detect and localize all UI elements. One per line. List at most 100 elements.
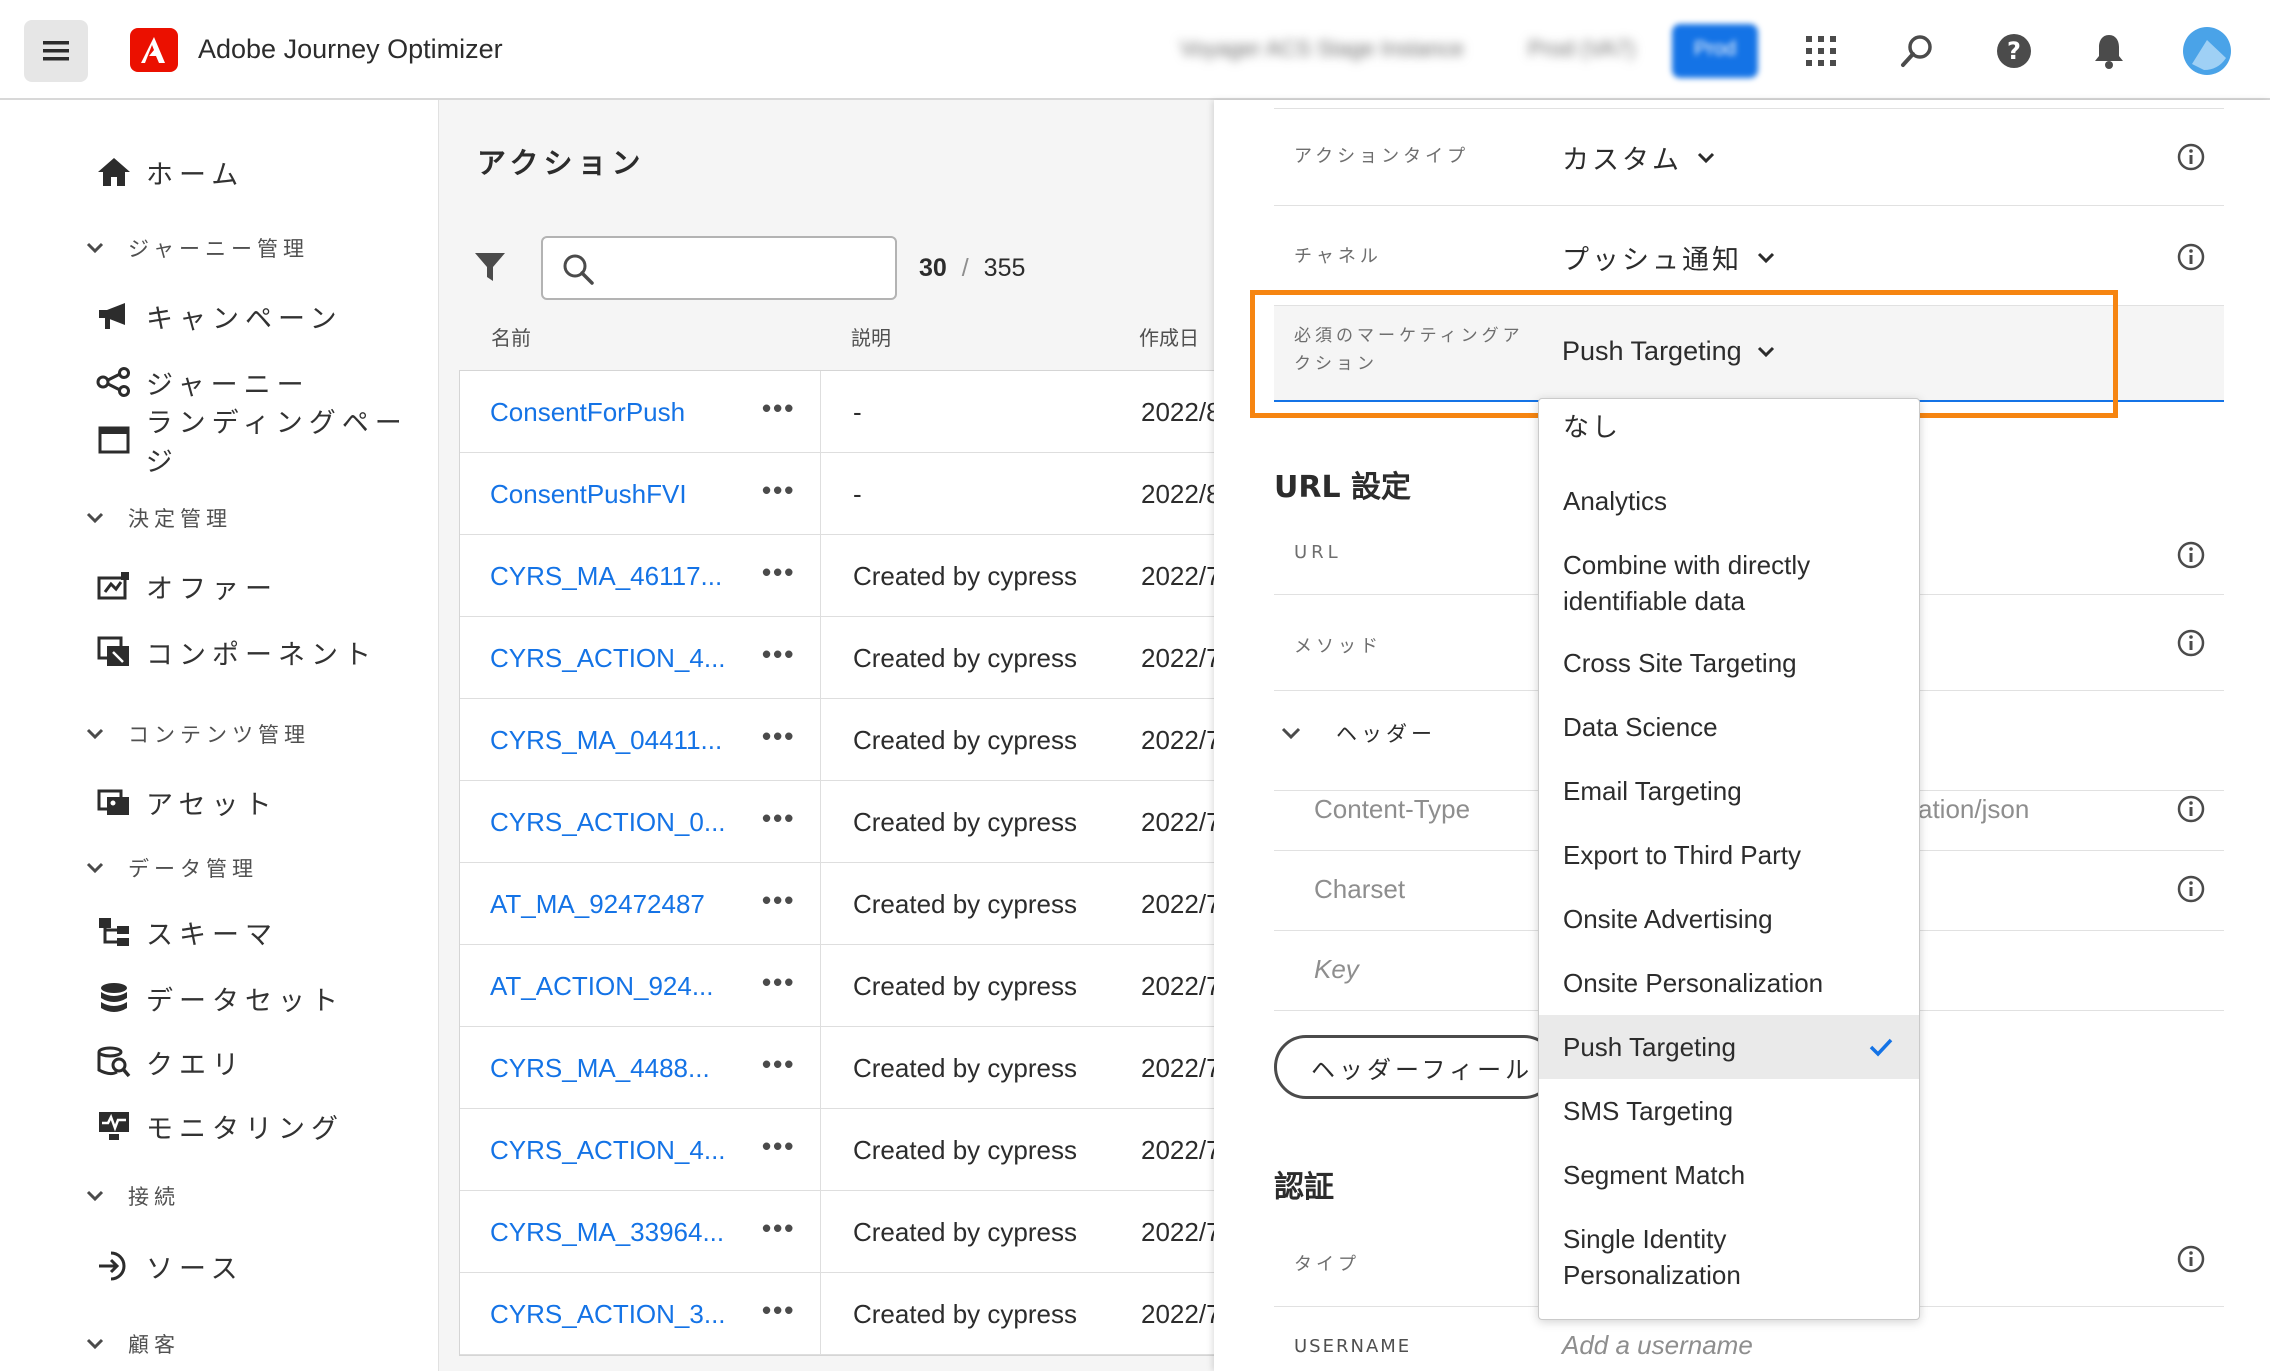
action-name-link[interactable]: CYRS_ACTION_0... [490,807,726,838]
option-onsite-advertising[interactable]: Onsite Advertising [1539,901,1919,937]
table-row[interactable]: CYRS_MA_4488... ••• Created by cypress M 20… [460,1027,1214,1109]
more-actions-button[interactable]: ••• [762,1049,795,1080]
nav-landing-pages[interactable]: ランディングページ [94,408,438,478]
info-icon[interactable] [2176,874,2206,904]
search-input[interactable] [603,248,883,288]
more-actions-button[interactable]: ••• [762,639,795,670]
option-email-targeting[interactable]: Email Targeting [1539,773,1919,809]
table-row[interactable]: CYRS_MA_33964... ••• Created by cypress M 2… [460,1191,1214,1273]
sandbox-name[interactable]: Prod (VA7) [1528,36,1635,66]
env-badge[interactable]: Prod [1672,24,1758,78]
more-actions-button[interactable]: ••• [762,1213,795,1244]
option-none[interactable]: なし [1539,409,1919,446]
option-analytics[interactable]: Analytics [1539,483,1919,519]
action-name-link[interactable]: AT_ACTION_924... [490,971,714,1002]
option-combine-identifiable[interactable]: Combine with directly identifiable data [1539,547,1869,619]
nav-sources[interactable]: ソース [94,1244,244,1288]
action-name-link[interactable]: CYRS_MA_33964... [490,1217,724,1248]
headers-toggle[interactable]: ヘッダー [1280,718,1436,748]
option-push-targeting[interactable]: Push Targeting [1539,1015,1919,1079]
more-actions-button[interactable]: ••• [762,885,795,916]
table-row[interactable]: CYRS_MA_46117... ••• Created by cypress M 2… [460,535,1214,617]
nav-group-customer[interactable]: 顧客 [82,1326,180,1362]
option-data-science[interactable]: Data Science [1539,709,1919,745]
nav-journeys[interactable]: ジャーニー [94,360,310,404]
channel-picker[interactable]: プッシュ通知 [1562,238,1776,277]
column-header-description[interactable]: 説明 [851,322,891,351]
table-row[interactable]: CYRS_ACTION_4... ••• Created by cypress E 2… [460,1109,1214,1191]
nav-group-data-management[interactable]: データ管理 [82,850,258,886]
action-name-link[interactable]: ConsentForPush [490,397,685,428]
option-onsite-personalization[interactable]: Onsite Personalization [1539,965,1919,1001]
org-name[interactable]: Voyager ACS Stage Instance [1180,36,1464,66]
action-type-picker[interactable]: カスタム [1562,138,1716,177]
option-single-identity-personalization[interactable]: Single Identity Personalization [1539,1221,1839,1293]
filter-button[interactable] [473,250,513,290]
info-icon[interactable] [2176,242,2206,272]
charset-key[interactable]: Charset [1314,874,1405,905]
global-search-button[interactable] [1890,24,1944,78]
nav-group-connections[interactable]: 接続 [82,1178,180,1214]
info-icon[interactable] [2176,628,2206,658]
table-row[interactable]: ConsentForPush ••• - 2022/8 [460,371,1214,453]
table-row[interactable]: AT_MA_92472487 ••• Created by cypress M 202… [460,863,1214,945]
username-input[interactable]: Add a username [1562,1330,1753,1361]
more-actions-button[interactable]: ••• [762,1131,795,1162]
menu-button[interactable] [24,20,88,82]
table-row[interactable]: CYRS_ACTION_0... ••• Created by cypress E 2… [460,781,1214,863]
nav-home[interactable]: ホーム [94,150,244,194]
more-actions-button[interactable]: ••• [762,1295,795,1326]
more-actions-button[interactable]: ••• [762,475,795,506]
nav-datasets[interactable]: データセット [94,976,344,1020]
column-header-created[interactable]: 作成日 [1139,322,1199,351]
table-row[interactable]: CYRS_ACTION_4... ••• Created by cypress E 2… [460,617,1214,699]
more-actions-button[interactable]: ••• [762,721,795,752]
action-name-link[interactable]: ConsentPushFVI [490,479,687,510]
nav-components[interactable]: コンポーネント [94,630,377,674]
nav-group-decision-management[interactable]: 決定管理 [82,500,232,536]
more-actions-button[interactable]: ••• [762,967,795,998]
more-actions-button[interactable]: ••• [762,393,795,424]
action-name-link[interactable]: CYRS_MA_46117... [490,561,722,592]
action-name-link[interactable]: CYRS_MA_04411... [490,725,722,756]
more-actions-button[interactable]: ••• [762,557,795,588]
add-header-field-button[interactable]: ヘッダーフィール [1274,1035,1556,1099]
adobe-logo[interactable] [130,28,178,72]
table-row[interactable]: ConsentPushFVI ••• - 2022/8 [460,453,1214,535]
content-type-key[interactable]: Content-Type [1314,794,1470,825]
option-export-third-party[interactable]: Export to Third Party [1539,837,1919,873]
key-input[interactable]: Key [1314,954,1359,985]
action-name-link[interactable]: CYRS_ACTION_4... [490,1135,726,1166]
nav-group-content-management[interactable]: コンテンツ管理 [82,716,310,752]
action-name-link[interactable]: AT_MA_92472487 [490,889,705,920]
nav-monitoring[interactable]: モニタリング [94,1104,344,1148]
option-cross-site-targeting[interactable]: Cross Site Targeting [1539,645,1919,681]
more-actions-button[interactable]: ••• [762,803,795,834]
info-icon[interactable] [2176,1244,2206,1274]
option-sms-targeting[interactable]: SMS Targeting [1539,1093,1919,1129]
nav-group-journey-management[interactable]: ジャーニー管理 [82,230,309,266]
info-icon[interactable] [2176,142,2206,172]
action-name-link[interactable]: CYRS_ACTION_3... [490,1299,726,1330]
nav-offers[interactable]: オファー [94,564,278,608]
apps-button[interactable] [1794,24,1848,78]
action-name-link[interactable]: CYRS_ACTION_4... [490,643,726,674]
notifications-button[interactable] [2082,24,2136,78]
nav-campaigns[interactable]: キャンペーン [94,294,343,338]
avatar[interactable] [2180,24,2234,78]
marketing-action-picker[interactable]: Push Targeting [1562,336,1776,367]
table-row[interactable]: CYRS_ACTION_3... ••• Created by cypress E 2… [460,1273,1214,1355]
column-header-name[interactable]: 名前 [491,322,531,351]
nav-queries[interactable]: クエリ [94,1040,245,1084]
table-row[interactable]: CYRS_MA_04411... ••• Created by cypress M 2… [460,699,1214,781]
action-name-link[interactable]: CYRS_MA_4488... [490,1053,710,1084]
nav-assets[interactable]: アセット [94,780,277,824]
info-icon[interactable] [2176,794,2206,824]
help-button[interactable]: ? [1987,24,2041,78]
option-segment-match[interactable]: Segment Match [1539,1157,1919,1193]
nav-schemas[interactable]: スキーマ [94,910,278,954]
table-row[interactable]: AT_ACTION_924... ••• Created by cypress E 2… [460,945,1214,1027]
nav-group-label: データ管理 [128,857,258,881]
info-icon[interactable] [2176,540,2206,570]
content-type-value[interactable]: ation/json [1918,794,2029,825]
